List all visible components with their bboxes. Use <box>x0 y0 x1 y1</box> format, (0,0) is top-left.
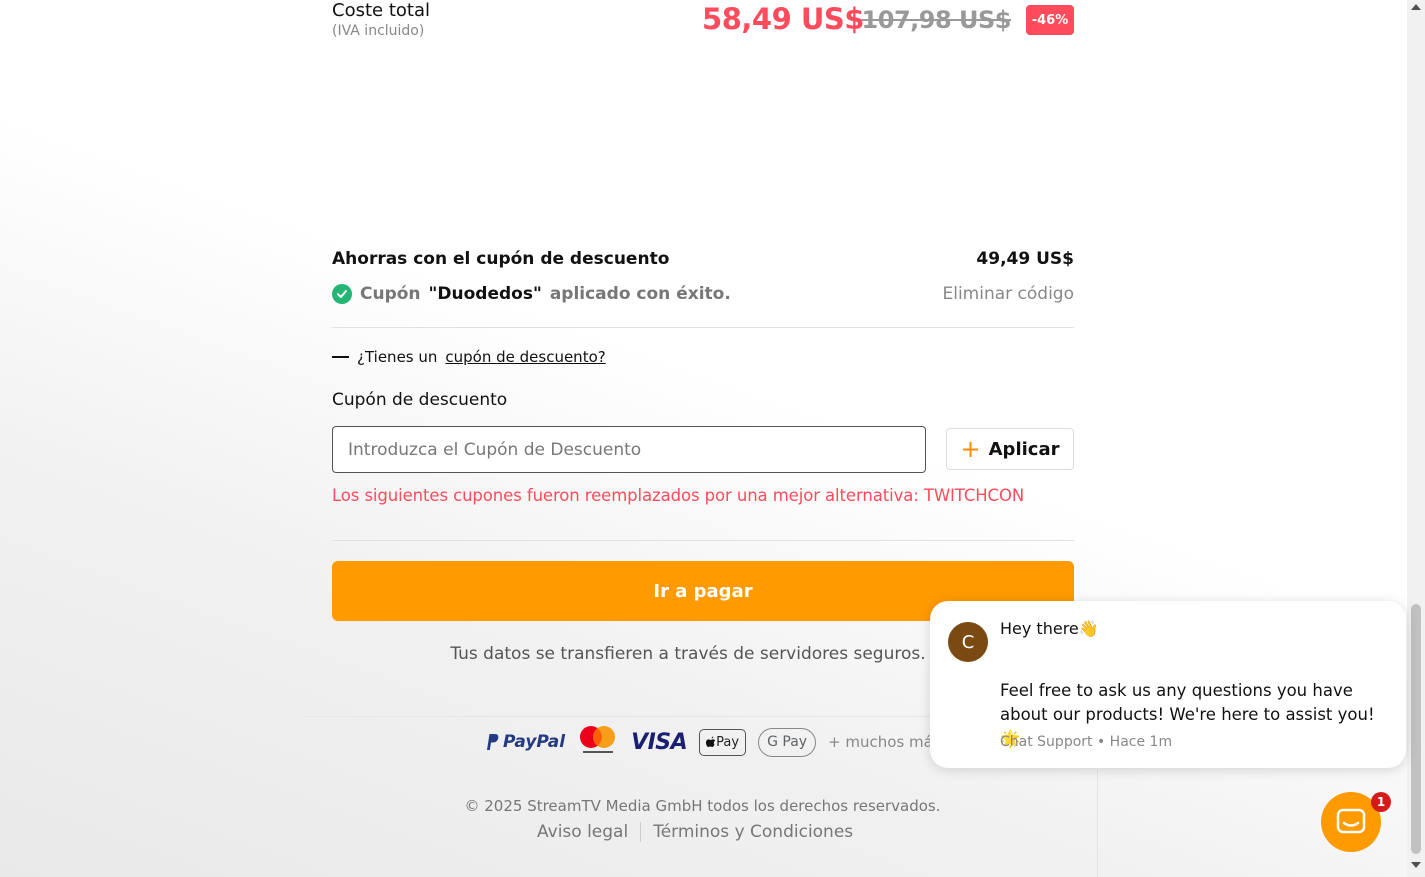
coupon-toggle[interactable]: ¿Tienes un cupón de descuento? <box>332 348 606 366</box>
apply-label: Aplicar <box>988 438 1060 460</box>
terms-link[interactable]: Términos y Condiciones <box>653 822 853 842</box>
scroll-up-icon[interactable] <box>1411 4 1421 10</box>
minus-icon <box>332 356 349 358</box>
payment-methods: PayPal VISA Pay G Pay + muchos más <box>485 724 941 760</box>
applepay-logo: Pay <box>699 728 747 756</box>
savings-label: Ahorras con el cupón de descuento <box>332 249 670 269</box>
plus-icon: + <box>960 435 981 463</box>
savings-value: 49,49 US$ <box>976 249 1074 269</box>
coupon-warning: Los siguientes cupones fueron reemplazad… <box>332 486 1025 505</box>
vat-note: (IVA incluido) <box>332 23 425 39</box>
divider <box>332 327 1074 328</box>
visa-logo: VISA <box>631 729 688 755</box>
googlepay-logo: G Pay <box>758 727 817 757</box>
remove-code-link[interactable]: Eliminar código <box>942 284 1074 304</box>
more-payment-methods: + muchos más <box>828 733 941 751</box>
chat-bubble-icon <box>1336 808 1366 834</box>
coupon-toggle-prefix: ¿Tienes un <box>357 348 438 366</box>
coupon-applied-message: Cupón "Duodedos" aplicado con éxito. <box>332 284 731 304</box>
scroll-down-icon[interactable] <box>1411 862 1421 868</box>
footer-divider <box>1097 770 1098 877</box>
mastercard-logo <box>577 724 619 760</box>
chat-greeting: Hey there👋 <box>1000 619 1099 638</box>
applepay-text: Pay <box>716 734 740 750</box>
total-label: Coste total <box>332 0 430 21</box>
coupon-field-label: Cupón de descuento <box>332 390 508 410</box>
footer-links: Aviso legal Términos y Condiciones <box>537 822 853 842</box>
check-circle-icon <box>332 284 352 304</box>
coupon-code: "Duodedos" <box>428 284 542 304</box>
apply-coupon-button[interactable]: + Aplicar <box>946 428 1074 470</box>
chat-meta: Chat Support • Hace 1m <box>1000 734 1173 750</box>
original-price: 107,98 US$ <box>861 6 1012 34</box>
legal-notice-link[interactable]: Aviso legal <box>537 822 628 842</box>
coupon-applied-prefix: Cupón <box>360 284 421 304</box>
final-price: 58,49 US$ <box>702 2 864 36</box>
unread-badge: 1 <box>1371 792 1391 812</box>
coupon-input[interactable] <box>332 426 926 473</box>
scroll-thumb[interactable] <box>1411 604 1421 854</box>
divider <box>332 540 1074 541</box>
coupon-applied-suffix: aplicado con éxito. <box>549 284 731 304</box>
link-separator <box>640 822 642 842</box>
chat-popup[interactable]: C Hey there👋 Feel free to ask us any que… <box>930 601 1406 768</box>
discount-badge: -46% <box>1026 5 1074 35</box>
paypal-wordmark: PayPal <box>503 732 566 752</box>
agent-avatar: C <box>948 622 988 662</box>
coupon-toggle-link[interactable]: cupón de descuento? <box>445 348 605 366</box>
vertical-scrollbar[interactable] <box>1407 0 1425 877</box>
paypal-logo: PayPal <box>485 732 565 752</box>
copyright: © 2025 StreamTV Media GmbH todos los der… <box>464 797 941 815</box>
